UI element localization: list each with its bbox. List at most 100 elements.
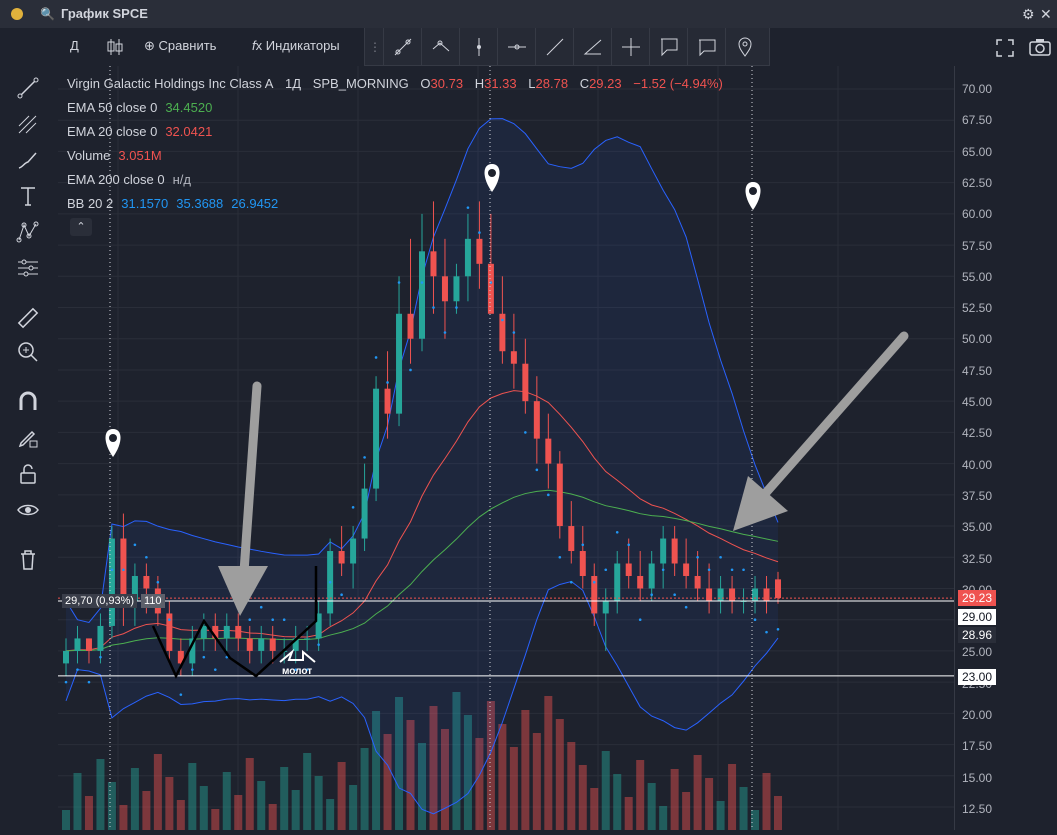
ruler-icon[interactable]: [14, 304, 42, 332]
trend-line-icon[interactable]: [535, 28, 573, 65]
candle-body: [568, 526, 575, 552]
collapse-legend-button[interactable]: ⌃: [70, 218, 92, 236]
volume-bar: [107, 782, 116, 830]
volume-bar: [349, 785, 358, 830]
pattern-icon[interactable]: [14, 218, 42, 246]
candles-icon[interactable]: [106, 37, 124, 57]
window-dot[interactable]: [11, 8, 23, 20]
volume-bar: [337, 762, 346, 830]
legend-bb-row[interactable]: BB 20 2 31.1570 35.3688 26.9452: [67, 196, 286, 211]
psar-dot: [535, 468, 539, 472]
candle-body: [533, 401, 540, 439]
volume-bar: [578, 765, 587, 830]
volume-bar: [670, 769, 679, 830]
volume-bar: [532, 733, 541, 830]
legend-symbol-row: Virgin Galactic Holdings Inc Class A 1Д …: [67, 76, 731, 91]
candle-body: [304, 638, 311, 640]
vertical-line-icon[interactable]: [459, 28, 497, 65]
volume-bar: [153, 754, 162, 830]
psar-dot: [133, 543, 137, 547]
close-icon[interactable]: ✕: [1040, 6, 1052, 23]
legend-open-label: O: [420, 76, 431, 91]
psar-dot: [707, 568, 711, 572]
indicators-button[interactable]: fx Индикаторы: [252, 38, 340, 53]
psar-dot: [271, 618, 275, 621]
price-tick: 40.00: [962, 457, 993, 472]
pitchfork-icon[interactable]: [14, 110, 42, 138]
legend-close-label: C: [579, 76, 590, 91]
legend-ema50-label: EMA 50 close 0: [67, 100, 158, 115]
candle-body: [97, 625, 104, 651]
search-icon[interactable]: 🔍: [40, 7, 55, 21]
price-tick: 62.50: [962, 175, 993, 190]
volume-bar: [682, 792, 691, 830]
candle-body: [487, 263, 494, 314]
title-bar: 🔍 График SPCE ⚙ ✕: [0, 0, 1057, 28]
legend-session: SPB_MORNING: [312, 76, 409, 91]
path-tool-icon[interactable]: [421, 28, 459, 65]
candle-body: [373, 388, 380, 489]
lock-icon[interactable]: [14, 460, 42, 488]
psar-dot: [99, 655, 102, 659]
magnet-icon[interactable]: [14, 388, 42, 416]
legend-ema50-row[interactable]: EMA 50 close 0 34.4520: [67, 100, 220, 115]
cross-line-icon[interactable]: [611, 28, 649, 65]
psar-dot: [730, 568, 734, 572]
psar-dot: [604, 568, 608, 572]
candle-body: [453, 276, 460, 302]
psar-dot: [409, 368, 412, 372]
legend-symbol[interactable]: Virgin Galactic Holdings Inc Class A: [67, 76, 273, 91]
legend-volume-row[interactable]: Volume 3.051M: [67, 148, 170, 163]
price-tick: 55.00: [962, 269, 993, 284]
psar-dot: [282, 618, 286, 621]
volume-bar: [73, 773, 82, 830]
fullscreen-icon[interactable]: [995, 38, 1015, 58]
volume-bar: [257, 781, 266, 830]
settings-icon[interactable]: ⚙: [1022, 6, 1035, 23]
psar-dot: [351, 506, 355, 509]
callout-icon[interactable]: [649, 28, 687, 65]
last-price-tag: 29.23: [958, 590, 997, 606]
annotation-arrow-2: [758, 331, 909, 501]
price-tick: 20.00: [962, 708, 993, 722]
psar-dot: [650, 593, 653, 597]
zoom-icon[interactable]: [14, 338, 42, 366]
volume-bar: [222, 772, 231, 830]
text-icon[interactable]: [14, 182, 42, 210]
ray-tool-icon[interactable]: [383, 28, 421, 65]
volume-bar: [728, 764, 737, 830]
forecast-icon[interactable]: [14, 254, 42, 282]
trend-angle-icon[interactable]: [573, 28, 611, 65]
price-tick: 35.00: [962, 520, 993, 535]
candle-body: [350, 538, 357, 564]
lock-draw-icon[interactable]: [14, 424, 42, 452]
fx-icon: f: [252, 38, 256, 53]
brush-icon[interactable]: [14, 146, 42, 174]
price-tick: 12.50: [962, 801, 993, 816]
horizontal-line-icon[interactable]: [497, 28, 535, 65]
candle-body: [269, 638, 276, 651]
drag-handle-icon[interactable]: ⋮: [369, 40, 381, 54]
pin-marker-dot: [488, 169, 496, 177]
trend-line-icon[interactable]: [14, 74, 42, 102]
volume-bar: [142, 791, 151, 830]
camera-icon[interactable]: [1029, 37, 1051, 57]
eye-icon[interactable]: [14, 496, 42, 524]
interval-button[interactable]: Д: [70, 38, 79, 53]
volume-bar: [245, 758, 254, 830]
legend-ema200-row[interactable]: EMA 200 close 0 н/д: [67, 172, 199, 187]
volume-bar: [636, 760, 645, 830]
compare-button[interactable]: ⊕ Сравнить: [144, 38, 216, 54]
legend-close: 29.23: [589, 76, 622, 91]
psar-dot: [478, 231, 481, 234]
price-note-icon[interactable]: [725, 28, 763, 65]
volume-bar: [613, 774, 622, 830]
volume-bar: [624, 797, 633, 830]
legend-ema20-row[interactable]: EMA 20 close 0 32.0421: [67, 124, 220, 139]
comment-icon[interactable]: [687, 28, 725, 65]
legend-volume-label: Volume: [67, 148, 111, 163]
trash-icon[interactable]: [14, 546, 42, 574]
legend-ema200-label: EMA 200 close 0: [67, 172, 165, 187]
volume-bar: [739, 787, 748, 830]
line-info-badge: 29,70 (0,93%): [62, 594, 138, 608]
